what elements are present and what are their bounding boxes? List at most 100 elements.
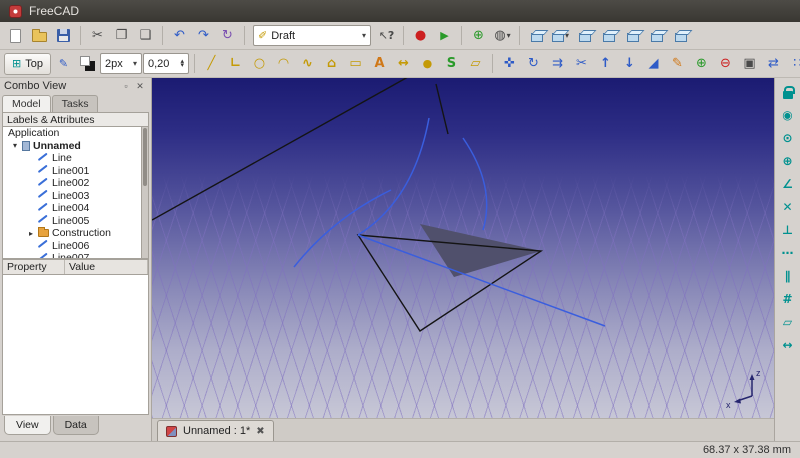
draft-facebinder-button[interactable]: ▱	[464, 52, 487, 76]
value-column-header[interactable]: Value	[65, 260, 148, 274]
tab-view[interactable]: View	[4, 416, 51, 435]
redo-button[interactable]: ↷	[192, 24, 215, 48]
tree-item-line003[interactable]: Line003	[3, 190, 148, 203]
snap-working-plane-button[interactable]: ▱	[777, 311, 799, 333]
close-panel-button[interactable]: ✕	[133, 81, 147, 92]
expander-closed-icon[interactable]: ▸	[27, 229, 35, 238]
draft-delete-point-button[interactable]: ⊖	[714, 52, 737, 76]
working-plane-button[interactable]: ⊞ Top	[4, 53, 51, 75]
draft-line-button[interactable]: ╱	[200, 52, 223, 76]
tree-item-line007[interactable]: Line007	[3, 252, 148, 259]
draft-array-button[interactable]: ∷	[786, 52, 800, 76]
construction-mode-button[interactable]: ✎	[52, 52, 75, 76]
shaded-face[interactable]	[420, 224, 541, 277]
draft-dimension-button[interactable]: ↔	[392, 52, 415, 76]
property-column-header[interactable]: Property	[3, 260, 65, 274]
snap-parallel-button[interactable]: ∥	[777, 265, 799, 287]
refresh-button[interactable]: ↻	[216, 24, 239, 48]
model-tree[interactable]: Application ▾ Unnamed Line Line001	[2, 127, 149, 259]
tree-item-document[interactable]: ▾ Unnamed	[3, 140, 148, 153]
snap-extension-button[interactable]: ⋯	[777, 242, 799, 264]
snap-midpoint-button[interactable]: ⊙	[777, 127, 799, 149]
property-editor-area[interactable]	[2, 275, 149, 415]
draft-edit-button[interactable]: ✎	[666, 52, 689, 76]
tree-item-line001[interactable]: Line001	[3, 165, 148, 178]
view-axonometric-button[interactable]: ▾	[549, 24, 572, 48]
draw-style-button[interactable]: ◍ ▾	[491, 24, 514, 48]
draft-arc-button[interactable]: ◠	[272, 52, 295, 76]
macro-execute-button[interactable]: ▶	[433, 24, 456, 48]
scrollbar-thumb[interactable]	[143, 128, 147, 186]
draft-polygon-button[interactable]: ⌂	[320, 52, 343, 76]
close-tab-icon[interactable]: ✖	[256, 426, 264, 437]
blue-curve-2[interactable]	[294, 190, 391, 267]
spin-down-icon[interactable]: ▾	[180, 64, 184, 68]
blue-curve-1[interactable]	[358, 118, 429, 235]
snap-center-button[interactable]: ⊕	[777, 150, 799, 172]
tree-item-line006[interactable]: Line006	[3, 240, 148, 253]
view-left-button[interactable]	[669, 24, 692, 48]
draft-shape2dview-button[interactable]: ▣	[738, 52, 761, 76]
macro-record-button[interactable]: ●	[409, 24, 432, 48]
snap-perpendicular-button[interactable]: ⊥	[777, 219, 799, 241]
draft-rotate-button[interactable]: ↻	[522, 52, 545, 76]
titlebar[interactable]: FreeCAD	[0, 0, 800, 22]
whats-this-button[interactable]: ↖ ?	[375, 24, 398, 48]
save-document-button[interactable]	[52, 24, 75, 48]
draft-to-sketch-button[interactable]: ⇄	[762, 52, 785, 76]
draft-move-button[interactable]: ✜	[498, 52, 521, 76]
snap-intersection-button[interactable]: ✕	[777, 196, 799, 218]
draft-point-button[interactable]: ●	[416, 52, 439, 76]
line-width-dropdown[interactable]: 2px ▾	[100, 53, 142, 74]
new-document-button[interactable]	[4, 24, 27, 48]
3d-viewport[interactable]: z x	[152, 78, 774, 418]
view-front-button[interactable]	[573, 24, 596, 48]
undo-button[interactable]: ↶	[168, 24, 191, 48]
draft-bspline-button[interactable]: ∿	[296, 52, 319, 76]
tab-data[interactable]: Data	[53, 416, 99, 435]
tree-item-line002[interactable]: Line002	[3, 177, 148, 190]
view-fit-all-button[interactable]	[525, 24, 548, 48]
draft-text-button[interactable]: A	[368, 52, 391, 76]
snap-endpoint-button[interactable]: ◉	[777, 104, 799, 126]
open-document-button[interactable]	[28, 24, 51, 48]
tab-tasks[interactable]: Tasks	[52, 95, 99, 112]
black-edge-long[interactable]	[152, 78, 424, 220]
view-top-button[interactable]	[597, 24, 620, 48]
draft-downgrade-button[interactable]: ↓	[618, 52, 641, 76]
draft-add-point-button[interactable]: ⊕	[690, 52, 713, 76]
line-color-swatch[interactable]	[76, 52, 99, 76]
tree-item-application[interactable]: Application	[3, 127, 148, 140]
tree-item-line[interactable]: Line	[3, 152, 148, 165]
snap-angle-button[interactable]: ∠	[777, 173, 799, 195]
zoom-button[interactable]: ⊕	[467, 24, 490, 48]
view-rear-button[interactable]	[645, 24, 668, 48]
draft-wire-button[interactable]: ∟	[224, 52, 247, 76]
snap-dimensions-button[interactable]: ↔	[777, 334, 799, 356]
view-right-button[interactable]	[621, 24, 644, 48]
copy-button[interactable]: ❐	[110, 24, 133, 48]
black-edge-short[interactable]	[436, 84, 448, 134]
cut-button[interactable]: ✂	[86, 24, 109, 48]
tab-model[interactable]: Model	[2, 95, 51, 112]
blue-curve-3[interactable]	[463, 138, 487, 230]
tree-item-line004[interactable]: Line004	[3, 202, 148, 215]
text-size-spinner[interactable]: 0,20 ▴▾	[143, 53, 189, 74]
tree-scrollbar[interactable]	[141, 127, 148, 258]
document-tab[interactable]: Unnamed : 1* ✖	[157, 420, 274, 441]
expander-open-icon[interactable]: ▾	[11, 141, 19, 150]
tree-column-header[interactable]: Labels & Attributes	[2, 112, 149, 127]
draft-circle-button[interactable]: ○	[248, 52, 271, 76]
draft-upgrade-button[interactable]: ↑	[594, 52, 617, 76]
paste-button[interactable]: ❑	[134, 24, 157, 48]
draft-rectangle-button[interactable]: ▭	[344, 52, 367, 76]
draft-shapestring-button[interactable]: S	[440, 52, 463, 76]
tree-item-line005[interactable]: Line005	[3, 215, 148, 228]
draft-scale-button[interactable]: ◢	[642, 52, 665, 76]
snap-grid-button[interactable]: #	[777, 288, 799, 310]
draft-trimex-button[interactable]: ✂	[570, 52, 593, 76]
float-panel-button[interactable]: ▫	[119, 81, 133, 91]
draft-offset-button[interactable]: ⇉	[546, 52, 569, 76]
spinner-arrows[interactable]: ▴▾	[180, 60, 184, 68]
workbench-selector[interactable]: ✐ Draft ▾	[253, 25, 371, 46]
